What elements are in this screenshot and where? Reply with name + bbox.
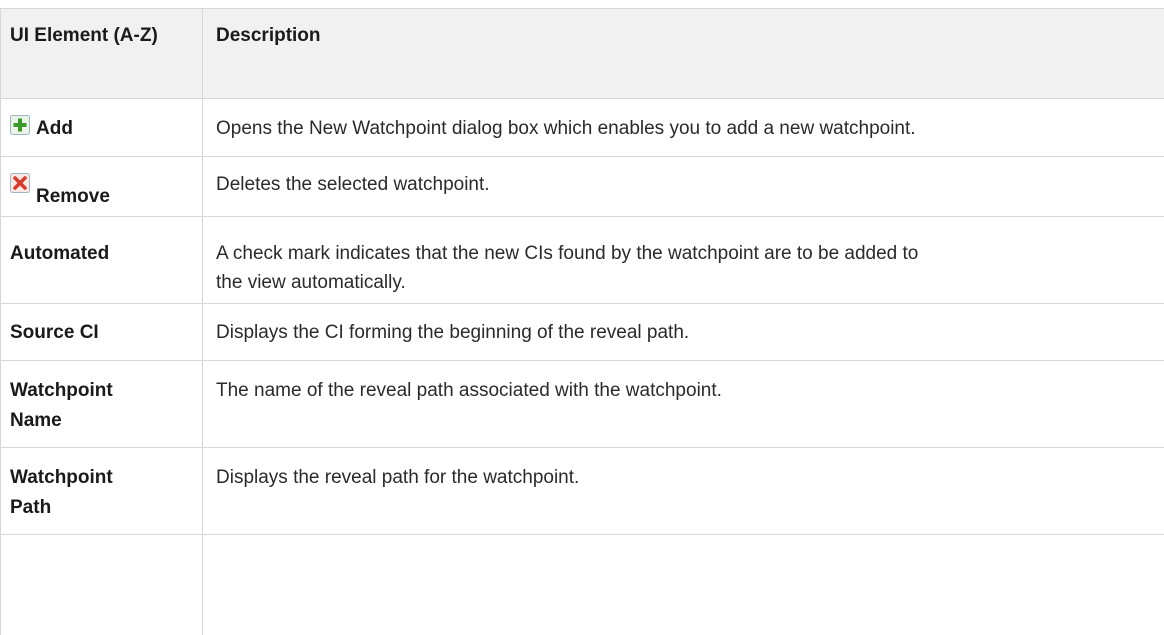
row-description-add: Opens the New Watchpoint dialog box whic… <box>216 118 916 139</box>
row-element-watchpoint-path-line1: Watchpoint <box>10 467 113 488</box>
table-header <box>0 8 1164 99</box>
row-element-add: Add <box>36 118 73 139</box>
row-divider <box>0 447 1164 448</box>
row-element-automated: Automated <box>10 243 110 264</box>
header-description: Description <box>216 25 321 46</box>
row-description-watchpoint-name: The name of the reveal path associated w… <box>216 380 722 401</box>
column-divider <box>202 8 203 635</box>
row-divider <box>0 360 1164 361</box>
table-border-left <box>0 8 1 635</box>
row-element-watchpoint-name-line2: Name <box>10 410 62 431</box>
row-description-automated-line2: the view automatically. <box>216 272 406 293</box>
ui-elements-table: UI Element (A-Z) Description Add Opens t… <box>0 0 1164 635</box>
row-element-remove: Remove <box>36 186 110 207</box>
row-description-remove: Deletes the selected watchpoint. <box>216 174 490 195</box>
row-description-automated-line1: A check mark indicates that the new CIs … <box>216 243 919 264</box>
row-element-watchpoint-name-line1: Watchpoint <box>10 380 113 401</box>
row-divider <box>0 303 1164 304</box>
row-description-watchpoint-path: Displays the reveal path for the watchpo… <box>216 467 580 488</box>
add-icon <box>10 115 30 135</box>
table-row: Add <box>10 114 195 143</box>
row-divider <box>0 216 1164 217</box>
header-ui-element: UI Element (A-Z) <box>10 25 158 46</box>
row-divider <box>0 534 1164 535</box>
row-divider <box>0 156 1164 157</box>
row-element-watchpoint-path-line2: Path <box>10 497 52 518</box>
row-element-source-ci: Source CI <box>10 322 99 343</box>
row-description-source-ci: Displays the CI forming the beginning of… <box>216 322 690 343</box>
table-row: Remove <box>10 173 195 211</box>
remove-icon <box>10 173 30 193</box>
